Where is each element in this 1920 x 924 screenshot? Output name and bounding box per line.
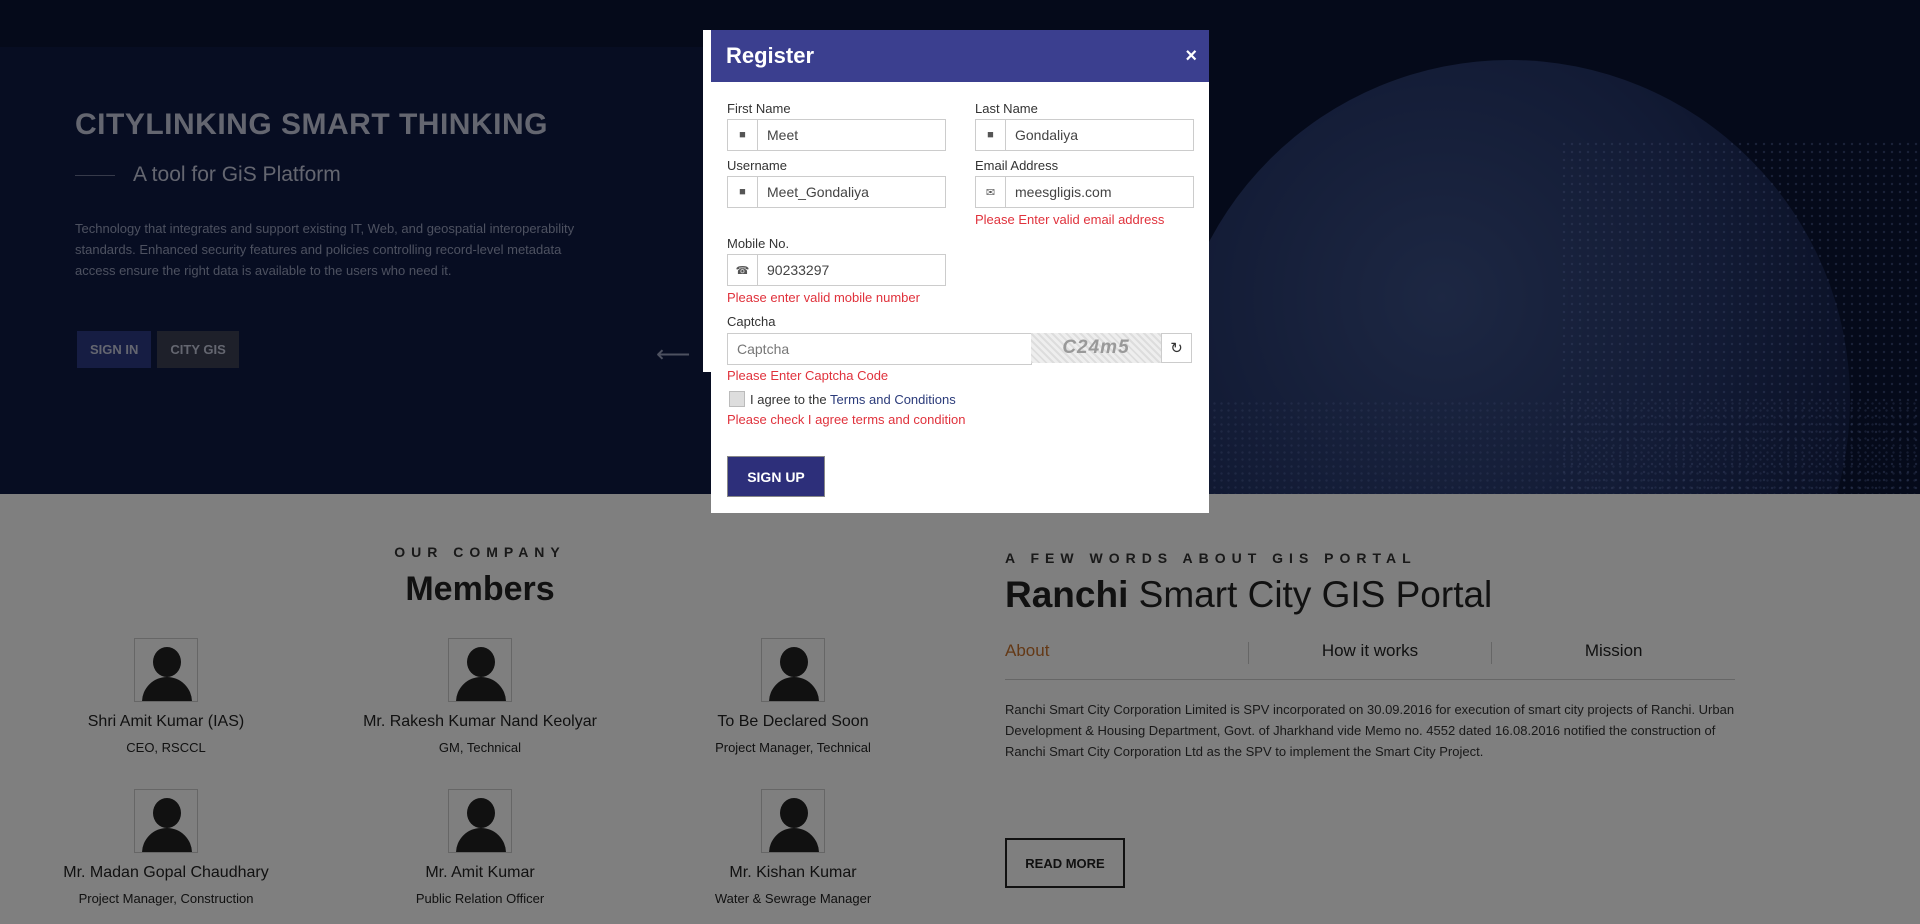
modal-title: Register (726, 43, 815, 68)
first-name-field: ■ Meet (727, 119, 946, 151)
captcha-error: Please Enter Captcha Code (727, 368, 889, 383)
captcha-input[interactable]: Captcha (728, 334, 1031, 364)
terms-error: Please check I agree terms and condition (727, 412, 966, 427)
mobile-input[interactable]: 90233297 (758, 255, 945, 285)
first-name-label: First Name (727, 101, 791, 116)
terms-prefix: I agree to the (750, 392, 827, 407)
first-name-input[interactable]: Meet (758, 120, 945, 150)
captcha-image: C24m5 (1031, 333, 1161, 363)
user-icon: ■ (728, 120, 758, 150)
terms-link[interactable]: Terms and Conditions (830, 392, 956, 407)
email-field: ✉ meesgligis.com (975, 176, 1194, 208)
username-label: Username (727, 158, 787, 173)
close-icon[interactable]: × (1185, 45, 1197, 68)
sign-up-button[interactable]: SIGN UP (727, 456, 825, 497)
register-modal: Register × First Name ■ Meet Last Name ■… (711, 30, 1209, 513)
envelope-icon: ✉ (976, 177, 1006, 207)
email-error: Please Enter valid email address (975, 212, 1165, 227)
modal-edge (703, 30, 711, 372)
modal-header: Register × (711, 30, 1209, 82)
terms-text: I agree to the Terms and Conditions (750, 392, 956, 407)
mobile-error: Please enter valid mobile number (727, 290, 920, 305)
username-field: ■ Meet_Gondaliya (727, 176, 946, 208)
refresh-icon[interactable]: ↻ (1161, 333, 1192, 363)
last-name-input[interactable]: Gondaliya (1006, 120, 1193, 150)
email-input[interactable]: meesgligis.com (1006, 177, 1193, 207)
username-input[interactable]: Meet_Gondaliya (758, 177, 945, 207)
phone-icon: ☎ (728, 255, 758, 285)
terms-checkbox[interactable] (729, 391, 745, 407)
mobile-label: Mobile No. (727, 236, 790, 251)
mobile-field: ☎ 90233297 (727, 254, 946, 286)
last-name-field: ■ Gondaliya (975, 119, 1194, 151)
last-name-label: Last Name (975, 101, 1038, 116)
captcha-label: Captcha (727, 314, 776, 329)
user-icon: ■ (728, 177, 758, 207)
user-icon: ■ (976, 120, 1006, 150)
captcha-field: Captcha (727, 333, 1032, 365)
email-label: Email Address (975, 158, 1059, 173)
